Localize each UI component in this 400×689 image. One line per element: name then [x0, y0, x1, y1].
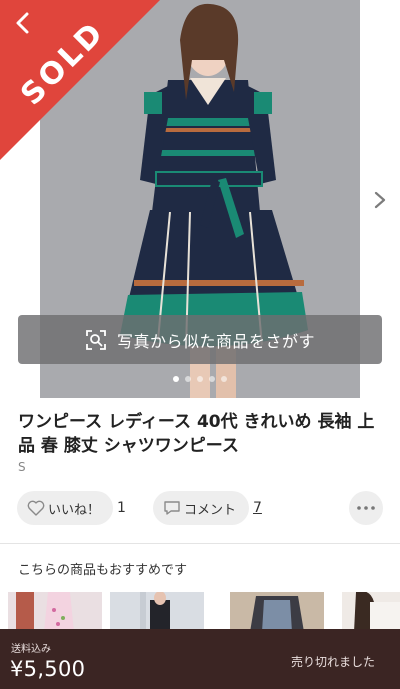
item-title: ワンピース レディース 40代 きれいめ 長袖 上品 春 膝丈 シャツワンピース [18, 412, 375, 456]
sold-out-status: 売り切れました [290, 655, 375, 669]
item-size: S [18, 460, 26, 474]
carousel-dot[interactable] [221, 376, 227, 382]
more-options-button[interactable] [349, 491, 383, 525]
purchase-bar: 送料込み ¥5,500 売り切れました [0, 629, 400, 689]
section-divider [0, 543, 400, 544]
carousel-dot[interactable] [173, 376, 179, 382]
like-button[interactable]: いいね！ [17, 491, 113, 525]
carousel-dot[interactable] [185, 376, 191, 382]
carousel-indicator [0, 376, 400, 382]
photo-search-label: 写真から似た商品をさがす [116, 331, 315, 351]
more-dots-icon [357, 506, 375, 510]
product-image-carousel[interactable]: SOLD 写真から似た商品をさがす [0, 0, 400, 398]
recommend-item[interactable] [8, 592, 102, 632]
carousel-dot[interactable] [197, 376, 203, 382]
recommend-title: こちらの商品もおすすめです [18, 563, 188, 578]
back-arrow-icon[interactable] [10, 10, 36, 36]
recommend-list [8, 592, 400, 632]
price: ¥5,500 [10, 657, 86, 681]
heart-icon [27, 500, 45, 516]
comment-bubble-icon [164, 501, 180, 515]
shipping-included-label: 送料込み [11, 644, 51, 655]
like-label: いいね！ [48, 502, 101, 518]
photo-search-icon [86, 329, 106, 350]
recommend-item[interactable] [230, 592, 324, 632]
chevron-right-icon[interactable] [372, 190, 388, 210]
comment-label: コメント [184, 502, 237, 518]
carousel-dot[interactable] [209, 376, 215, 382]
recommend-item[interactable] [342, 592, 400, 632]
recommend-item[interactable] [110, 592, 204, 632]
comment-count[interactable]: 7 [253, 500, 262, 516]
like-count: 1 [117, 500, 126, 516]
photo-search-button[interactable]: 写真から似た商品をさがす [18, 315, 382, 364]
comment-button[interactable]: コメント [153, 491, 249, 525]
